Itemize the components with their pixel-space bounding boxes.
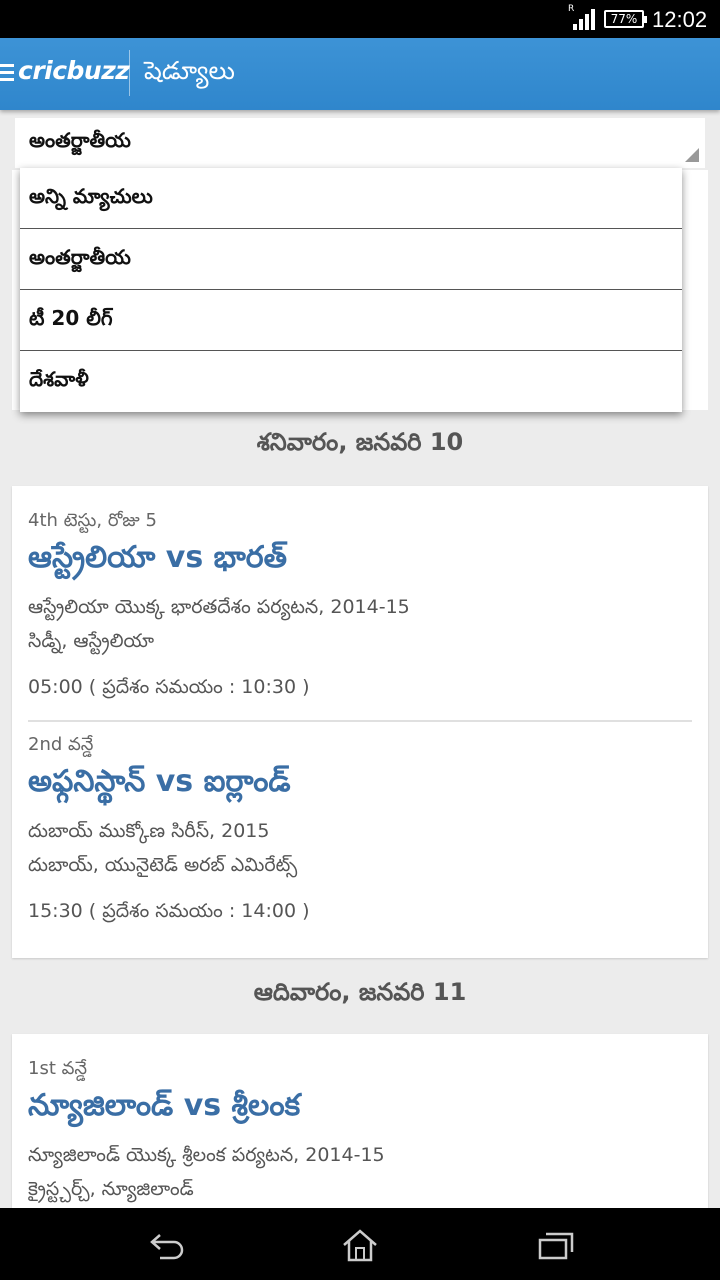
menu-icon[interactable] [0,64,14,82]
day-card: 4th టెస్టు, రోజు 5 ఆస్ట్రేలియా vs భారత్ … [12,486,708,958]
battery-icon: 77% [604,10,647,28]
filter-option-all-matches[interactable]: అన్ని మ్యాచులు [20,168,682,229]
match-type: 1st వన్డే [28,1058,88,1079]
filter-option-international[interactable]: అంతర్జాతీయ [20,229,682,290]
match-series: దుబాయ్ ముక్కోణ సిరీస్, 2015 [28,820,270,842]
date-header: శనివారం, జనవరి 10 [256,428,464,456]
recent-apps-icon[interactable] [536,1228,576,1262]
home-icon[interactable] [340,1228,380,1262]
match-time: 05:00 ( ప్రదేశం సమయం : 10:30 ) [28,676,310,698]
signal-icon [573,9,595,30]
match-type: 2nd వన్డే [28,734,94,755]
match-type: 4th టెస్టు, రోజు 5 [28,510,157,531]
filter-dropdown[interactable]: అంతర్జాతీయ [15,118,705,168]
match-title[interactable]: న్యూజిలాండ్ vs శ్రీలంక [28,1088,300,1130]
match-time: 15:30 ( ప్రదేశం సమయం : 14:00 ) [28,900,310,922]
match-venue: దుబాయ్, యునైటెడ్ అరబ్ ఎమిరేట్స్ [28,854,298,876]
filter-options-menu: అన్ని మ్యాచులు అంతర్జాతీయ టీ 20 లీగ్ దేశ… [20,168,682,412]
app-bar: cricbuzz షెడ్యూలు [0,38,720,110]
system-nav-bar [0,1208,720,1280]
cricbuzz-logo[interactable]: cricbuzz [18,56,130,85]
match-title[interactable]: ఆస్ట్రేలియా vs భారత్ [28,540,287,582]
dropdown-arrow-icon [685,148,699,162]
match-item[interactable]: 4th టెస్టు, రోజు 5 ఆస్ట్రేలియా vs భారత్ … [28,486,692,722]
match-venue: సిడ్నీ, ఆస్ట్రేలియా [28,630,155,652]
status-bar: R 77% 12:02 [0,0,720,38]
match-venue: క్రైస్ట్చర్చ్, న్యూజిలాండ్ [28,1178,194,1200]
match-series: ఆస్ట్రేలియా యొక్క భారతదేశం పర్యటన, 2014-… [28,596,410,618]
date-header: ఆదివారం, జనవరి 11 [253,978,467,1006]
day-card: 1st వన్డే న్యూజిలాండ్ vs శ్రీలంక న్యూజిల… [12,1034,708,1208]
match-series: న్యూజిలాండ్ యొక్క శ్రీలంక పర్యటన, 2014-1… [28,1144,385,1166]
filter-selected-value: అంతర్జాతీయ [29,128,131,152]
clock: 12:02 [652,7,708,32]
page-title: షెడ్యూలు [144,56,235,85]
match-title[interactable]: అఫ్గనిస్థాన్ vs ఐర్లాండ్ [28,764,291,806]
match-item[interactable]: 2nd వన్డే అఫ్గనిస్థాన్ vs ఐర్లాండ్ దుబాయ… [12,710,708,946]
filter-option-domestic[interactable]: దేశవాళీ [20,351,682,412]
filter-option-t20-league[interactable]: టీ 20 లీగ్ [20,290,682,351]
back-icon[interactable] [146,1228,186,1262]
divider [129,50,130,96]
